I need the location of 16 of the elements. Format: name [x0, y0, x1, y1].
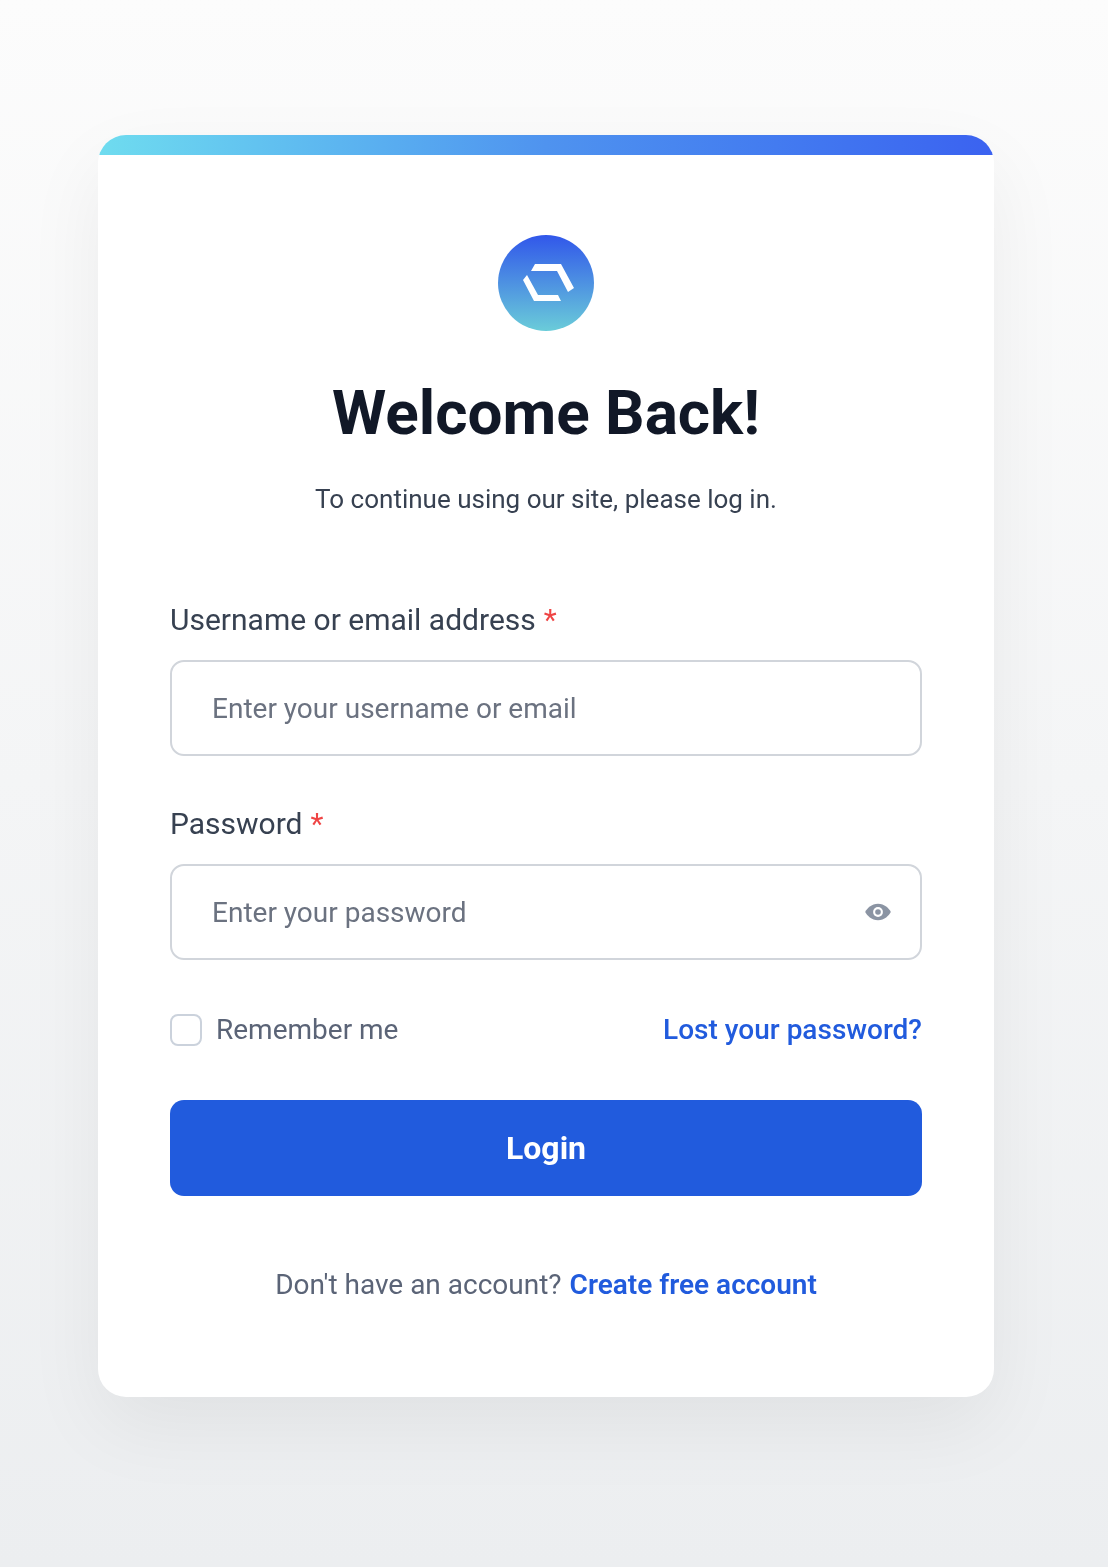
login-button[interactable]: Login	[170, 1100, 922, 1196]
required-mark: *	[543, 602, 557, 638]
create-account-link[interactable]: Create free account	[569, 1264, 817, 1306]
signup-prompt: Don't have an account?	[275, 1267, 562, 1303]
required-mark: *	[310, 806, 324, 842]
password-field[interactable]: Enter your password	[170, 864, 922, 960]
username-field[interactable]: Enter your username or email	[170, 660, 922, 756]
remember-checkbox[interactable]	[170, 1014, 202, 1046]
logo-icon	[498, 235, 594, 331]
field-label: Username or email address	[170, 602, 536, 638]
subtitle: To continue using our site, please log in.	[315, 483, 777, 515]
eye-icon[interactable]	[864, 902, 892, 922]
page-title: Welcome Back!	[331, 377, 760, 449]
field-label: Password	[170, 806, 303, 842]
lost-password-link[interactable]: Lost your password?	[663, 1009, 922, 1051]
remember-label: Remember me	[216, 1012, 399, 1048]
